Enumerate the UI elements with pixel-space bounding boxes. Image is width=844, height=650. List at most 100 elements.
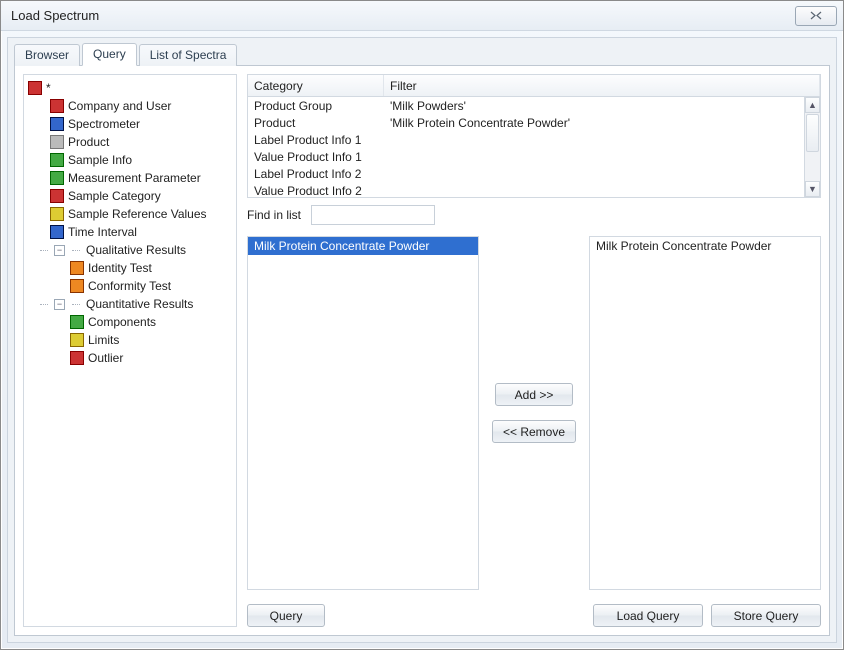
tree-item-time-interval[interactable]: Time Interval <box>26 223 234 241</box>
list-item[interactable]: Milk Protein Concentrate Powder <box>590 237 820 255</box>
tree-item-label: Time Interval <box>68 225 137 239</box>
find-in-list-input[interactable] <box>311 205 435 225</box>
tree-root[interactable]: * <box>26 79 234 97</box>
add-button[interactable]: Add >> <box>495 383 573 406</box>
scroll-down-icon[interactable]: ▼ <box>805 181 820 197</box>
filter-cell-category: Value Product Info 2 <box>248 184 384 198</box>
tree-item-icon <box>50 207 64 221</box>
list-item[interactable]: Milk Protein Concentrate Powder <box>248 237 478 255</box>
tree-pane[interactable]: * Company and User Spectrometer Product Sam… <box>23 74 237 627</box>
filter-table-body: Product Group'Milk Powders'Product'Milk … <box>248 97 804 197</box>
tree-item-icon <box>50 99 64 113</box>
tree-item-sample-info[interactable]: Sample Info <box>26 151 234 169</box>
scroll-track[interactable] <box>805 153 820 181</box>
tree-item-label: Product <box>68 135 109 149</box>
book-icon <box>28 81 42 95</box>
filter-row[interactable]: Product Group'Milk Powders' <box>248 97 804 114</box>
tree-item-label: Spectrometer <box>68 117 140 131</box>
tab-panel-query: * Company and User Spectrometer Product Sam… <box>14 65 830 636</box>
filter-table: Category Filter Product Group'Milk Powde… <box>247 74 821 198</box>
tree-item-icon <box>50 135 64 149</box>
store-query-button[interactable]: Store Query <box>711 604 821 627</box>
tree: * Company and User Spectrometer Product Sam… <box>26 79 234 367</box>
tree-item-label: Sample Category <box>68 189 161 203</box>
filter-row[interactable]: Value Product Info 2 <box>248 182 804 197</box>
tree-item-label: Company and User <box>68 99 171 113</box>
load-query-button[interactable]: Load Query <box>593 604 703 627</box>
window-title: Load Spectrum <box>11 8 795 23</box>
tree-item-label: Outlier <box>88 351 123 365</box>
transfer-buttons: Add >> << Remove <box>489 236 579 590</box>
tree-item-icon <box>70 333 84 347</box>
tree-item-quantitative-0[interactable]: Components <box>26 313 234 331</box>
tab-browser[interactable]: Browser <box>14 44 80 66</box>
tree-item-label: Identity Test <box>88 261 152 275</box>
tree-item-company-and-user[interactable]: Company and User <box>26 97 234 115</box>
tree-item-quantitative-2[interactable]: Outlier <box>26 349 234 367</box>
tree-item-quantitative-1[interactable]: Limits <box>26 331 234 349</box>
filter-table-scrollbar[interactable]: ▲ ▼ <box>804 97 820 197</box>
tree-item-icon <box>70 351 84 365</box>
tree-item-label: Limits <box>88 333 119 347</box>
tree-item-sample-reference-values[interactable]: Sample Reference Values <box>26 205 234 223</box>
filter-row[interactable]: Label Product Info 1 <box>248 131 804 148</box>
filter-header-category[interactable]: Category <box>248 75 384 96</box>
scroll-thumb[interactable] <box>806 114 819 152</box>
tree-item-qualitative-1[interactable]: Conformity Test <box>26 277 234 295</box>
tree-item-icon <box>50 171 64 185</box>
lists-row: Milk Protein Concentrate Powder Add >> <… <box>247 236 821 590</box>
tree-item-label: Measurement Parameter <box>68 171 201 185</box>
tree-item-measurement-parameter[interactable]: Measurement Parameter <box>26 169 234 187</box>
filter-cell-filter: 'Milk Protein Concentrate Powder' <box>384 116 804 130</box>
expander-minus-icon[interactable]: − <box>54 299 65 310</box>
tree-item-label: Sample Info <box>68 153 132 167</box>
tree-item-icon <box>50 189 64 203</box>
filter-row[interactable]: Label Product Info 2 <box>248 165 804 182</box>
tab-list-of-spectra[interactable]: List of Spectra <box>139 44 238 66</box>
filter-row[interactable]: Value Product Info 1 <box>248 148 804 165</box>
tree-item-label: Components <box>88 315 156 329</box>
available-list[interactable]: Milk Protein Concentrate Powder <box>247 236 479 590</box>
filter-header-filter[interactable]: Filter <box>384 75 820 96</box>
remove-button[interactable]: << Remove <box>492 420 576 443</box>
tree-item-icon <box>50 153 64 167</box>
filter-row[interactable]: Product'Milk Protein Concentrate Powder' <box>248 114 804 131</box>
tree-group-qualitative-label: Qualitative Results <box>86 243 186 257</box>
tree-group-quantitative-label: Quantitative Results <box>86 297 193 311</box>
filter-cell-category: Product <box>248 116 384 130</box>
selected-list[interactable]: Milk Protein Concentrate Powder <box>589 236 821 590</box>
filter-cell-category: Label Product Info 1 <box>248 133 384 147</box>
tree-group-qualitative[interactable]: − Qualitative Results <box>26 241 234 259</box>
bottom-button-row: Query Load Query Store Query <box>247 604 821 627</box>
tree-item-icon <box>70 261 84 275</box>
tabstrip: Browser Query List of Spectra <box>14 44 830 66</box>
tree-item-icon <box>50 225 64 239</box>
query-button[interactable]: Query <box>247 604 325 627</box>
titlebar: Load Spectrum <box>1 1 843 31</box>
client-area: Browser Query List of Spectra * Company … <box>7 37 837 643</box>
tree-item-spectrometer[interactable]: Spectrometer <box>26 115 234 133</box>
scroll-up-icon[interactable]: ▲ <box>805 97 820 113</box>
expander-minus-icon[interactable]: − <box>54 245 65 256</box>
tree-item-icon <box>70 315 84 329</box>
close-icon <box>810 11 822 20</box>
filter-table-header: Category Filter <box>248 75 820 97</box>
tree-item-sample-category[interactable]: Sample Category <box>26 187 234 205</box>
tree-group-quantitative[interactable]: − Quantitative Results <box>26 295 234 313</box>
tree-item-label: Conformity Test <box>88 279 171 293</box>
filter-cell-category: Label Product Info 2 <box>248 167 384 181</box>
window: Load Spectrum Browser Query List of Spec… <box>0 0 844 650</box>
find-in-list-label: Find in list <box>247 208 301 222</box>
tab-query[interactable]: Query <box>82 43 137 66</box>
right-pane: Category Filter Product Group'Milk Powde… <box>247 74 821 627</box>
filter-cell-filter: 'Milk Powders' <box>384 99 804 113</box>
tree-item-label: Sample Reference Values <box>68 207 207 221</box>
tree-item-product[interactable]: Product <box>26 133 234 151</box>
filter-cell-category: Value Product Info 1 <box>248 150 384 164</box>
find-row: Find in list <box>247 204 821 226</box>
tree-root-label: * <box>46 81 51 95</box>
tree-item-icon <box>50 117 64 131</box>
tree-item-qualitative-0[interactable]: Identity Test <box>26 259 234 277</box>
close-button[interactable] <box>795 6 837 26</box>
tree-item-icon <box>70 279 84 293</box>
